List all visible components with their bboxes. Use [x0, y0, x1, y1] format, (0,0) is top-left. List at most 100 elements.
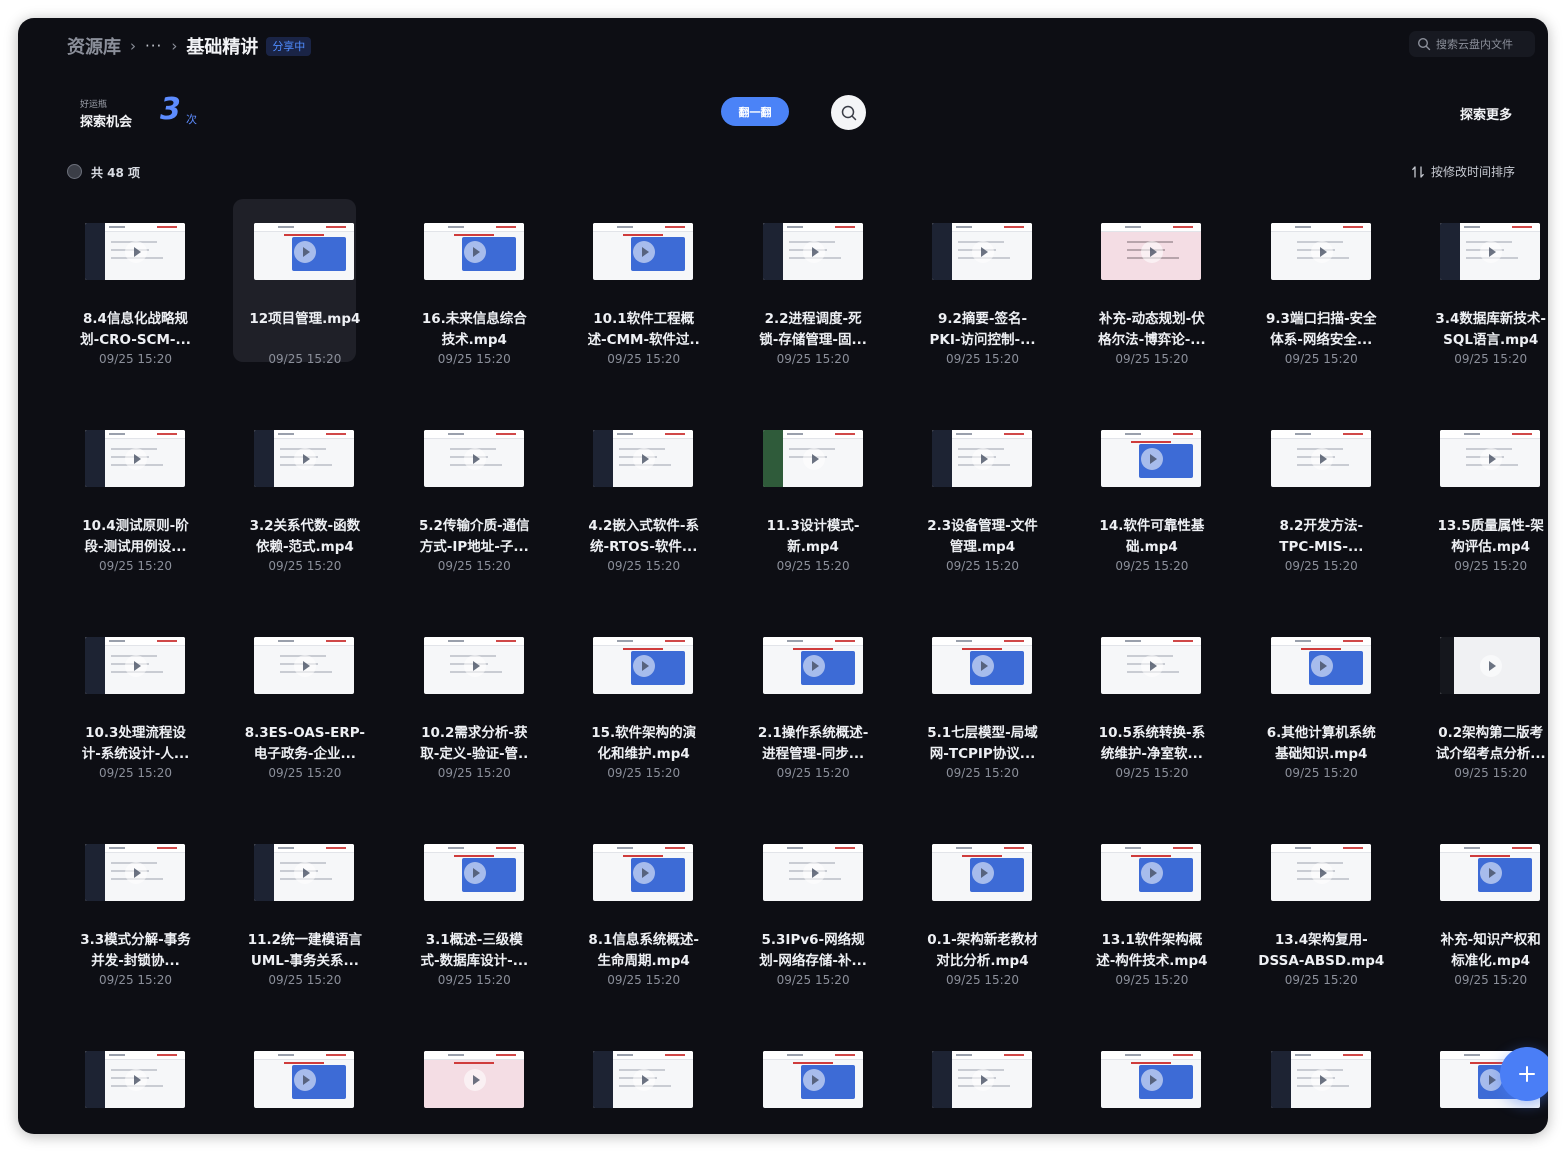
file-name-line: 16.未来信息综合 — [421, 311, 527, 327]
file-name-line: 8.4信息化战略规 — [83, 311, 188, 327]
file-item[interactable]: 10.5系统转换-系 统维护-净室软... 09/25 15:20 — [1080, 613, 1205, 780]
play-icon — [125, 862, 147, 884]
file-item[interactable]: 5.3IPv6-网络规 划-网络存储-补... 09/25 15:20 — [742, 820, 867, 987]
file-item[interactable]: 2.1操作系统概述- 进程管理-同步... 09/25 15:20 — [742, 613, 868, 780]
file-item[interactable]: 10.2需求分析-获 取-定义-验证-管.. 09/25 15:20 — [403, 613, 528, 780]
file-name-line: 4.2嵌入式软件-系 — [588, 518, 699, 534]
video-thumbnail — [762, 637, 863, 694]
breadcrumb-ellipsis[interactable]: ··· — [145, 37, 162, 55]
file-name: 6.其他计算机系统 基础知识.mp4 — [1246, 723, 1397, 765]
file-item[interactable]: 9.2摘要-签名- PKI-访问控制-... 09/25 15:20 — [911, 199, 1035, 366]
file-item[interactable]: 14.软件可靠性基 础.mp4 09/25 15:20 — [1080, 406, 1204, 573]
file-date: 09/25 15:20 — [99, 352, 172, 366]
file-item[interactable]: 5.1七层模型-局域 网-TCPIP协议... 09/25 15:20 — [911, 613, 1038, 780]
sort-label: 按修改时间排序 — [1430, 165, 1515, 179]
file-item[interactable] — [64, 1027, 187, 1134]
file-item[interactable]: 2.3设备管理-文件 管理.mp4 09/25 15:20 — [911, 406, 1038, 573]
sort-button[interactable]: 按修改时间排序 — [1411, 163, 1515, 180]
file-name: 10.3处理流程设 计-系统设计-人... — [60, 723, 211, 765]
file-item[interactable]: 5.2传输介质-通信 方式-IP地址-子... 09/25 15:20 — [403, 406, 530, 573]
file-item[interactable]: 3.3模式分解-事务 并发-封锁协... 09/25 15:20 — [64, 820, 191, 987]
file-name: 3.3模式分解-事务 并发-封锁协... — [60, 930, 211, 972]
play-icon — [294, 862, 317, 884]
add-button[interactable] — [1500, 1047, 1548, 1101]
file-item[interactable] — [1250, 1027, 1373, 1134]
file-item[interactable]: 10.3处理流程设 计-系统设计-人... 09/25 15:20 — [64, 613, 189, 780]
file-item[interactable]: 8.4信息化战略规 划-CRO-SCM-... 09/25 15:20 — [64, 199, 191, 366]
file-name: 2.2进程调度-死 锁-存储管理-固... — [738, 309, 889, 351]
file-name-line: 基础知识.mp4 — [1275, 746, 1368, 762]
file-name-line: 划-CRO-SCM-... — [80, 332, 191, 348]
file-item[interactable]: 15.软件架构的演 化和维护.mp4 09/25 15:20 — [572, 613, 696, 780]
file-name: 补充-动态规划-伏 格尔法-博弈论-... — [1076, 309, 1227, 351]
play-icon — [802, 1069, 825, 1091]
video-thumbnail — [1270, 223, 1371, 280]
app-window: 资源库 › ··· › 基础精讲 分享中 搜索云盘内文件 好运瓶 探索机会 3 … — [18, 18, 1548, 1134]
file-name-line: 试介绍考点分析... — [1435, 746, 1546, 762]
file-item[interactable] — [572, 1027, 695, 1134]
sort-icon — [1412, 165, 1424, 178]
file-item[interactable]: 12项目管理.mp4 09/25 15:20 — [233, 199, 360, 366]
file-name: 11.3设计模式- 新.mp4 — [738, 516, 889, 558]
select-all-checkbox[interactable] — [67, 164, 82, 179]
video-thumbnail — [423, 637, 524, 694]
file-item[interactable]: 2.2进程调度-死 锁-存储管理-固... 09/25 15:20 — [742, 199, 867, 366]
file-item[interactable] — [911, 1027, 1034, 1134]
file-item[interactable]: 补充-知识产权和 标准化.mp4 09/25 15:20 — [1419, 820, 1542, 987]
file-name: 2.1操作系统概述- 进程管理-同步... — [738, 723, 889, 765]
file-name-line: 15.软件架构的演 — [591, 725, 697, 741]
file-item[interactable]: 8.2开发方法- TPC-MIS-... 09/25 15:20 — [1250, 406, 1373, 573]
file-item[interactable]: 补充-动态规划-伏 格尔法-博弈论-... 09/25 15:20 — [1080, 199, 1206, 366]
file-item[interactable]: 16.未来信息综合 技术.mp4 09/25 15:20 — [403, 199, 527, 366]
file-item[interactable]: 10.4测试原则-阶 段-测试用例设... 09/25 15:20 — [64, 406, 189, 573]
play-icon — [633, 448, 656, 470]
file-item[interactable] — [742, 1027, 865, 1134]
file-item[interactable]: 3.1概述-三级模 式-数据库设计-... 09/25 15:20 — [403, 820, 528, 987]
plus-icon — [1519, 1066, 1535, 1082]
breadcrumb-separator: › — [130, 37, 136, 55]
file-item[interactable]: 11.3设计模式- 新.mp4 09/25 15:20 — [742, 406, 865, 573]
file-item[interactable] — [233, 1027, 356, 1134]
file-item[interactable] — [403, 1027, 526, 1134]
file-item[interactable]: 0.1-架构新老教材 对比分析.mp4 09/25 15:20 — [911, 820, 1038, 987]
file-item[interactable]: 9.3端口扫描-安全 体系-网络安全... 09/25 15:20 — [1250, 199, 1377, 366]
file-name: 8.2开发方法- TPC-MIS-... — [1246, 516, 1397, 558]
file-name-line: 进程管理-同步... — [762, 746, 865, 762]
file-item[interactable]: 13.5质量属性-架 构评估.mp4 09/25 15:20 — [1419, 406, 1544, 573]
file-item[interactable]: 10.1软件工程概 述-CMM-软件过.. 09/25 15:20 — [572, 199, 700, 366]
video-thumbnail — [85, 844, 185, 901]
file-item[interactable]: 6.其他计算机系统 基础知识.mp4 09/25 15:20 — [1250, 613, 1376, 780]
file-item[interactable]: 11.2统一建模语言 UML-事务关系... 09/25 15:20 — [233, 820, 362, 987]
file-item[interactable]: 8.3ES-OAS-ERP- 电子政务-企业... 09/25 15:20 — [233, 613, 365, 780]
magnifier-icon — [841, 105, 856, 120]
video-thumbnail — [762, 430, 863, 487]
file-item[interactable]: 13.4架构复用- DSSA-ABSD.mp4 09/25 15:20 — [1250, 820, 1384, 987]
file-item[interactable]: 13.1软件架构概 述-构件技术.mp4 09/25 15:20 — [1080, 820, 1208, 987]
explore-button[interactable] — [831, 95, 866, 130]
file-item[interactable]: 4.2嵌入式软件-系 统-RTOS-软件... 09/25 15:20 — [572, 406, 699, 573]
breadcrumb-root[interactable]: 资源库 — [67, 33, 121, 59]
file-name-line: 13.1软件架构概 — [1101, 932, 1203, 948]
video-thumbnail — [762, 223, 863, 280]
play-icon — [294, 655, 317, 677]
file-name-line: 体系-网络安全... — [1270, 332, 1373, 348]
play-icon — [1310, 448, 1333, 470]
explore-more-link[interactable]: 探索更多 — [1460, 104, 1512, 123]
file-name-line: 生命周期.mp4 — [597, 953, 690, 969]
file-item[interactable]: 3.4数据库新技术- SQL语言.mp4 09/25 15:20 — [1419, 199, 1546, 366]
search-placeholder: 搜索云盘内文件 — [1436, 38, 1513, 51]
file-name-line: TPC-MIS-... — [1279, 539, 1364, 555]
file-item[interactable]: 3.2关系代数-函数 依赖-范式.mp4 09/25 15:20 — [233, 406, 360, 573]
file-name: 5.3IPv6-网络规 划-网络存储-补... — [738, 930, 889, 972]
file-name-line: 5.1七层模型-局域 — [927, 725, 1038, 741]
file-item[interactable] — [1080, 1027, 1203, 1134]
file-date: 09/25 15:20 — [1454, 766, 1528, 780]
file-name-line: 依赖-范式.mp4 — [255, 539, 354, 555]
flip-button[interactable]: 翻一翻 — [721, 97, 789, 126]
search-input[interactable]: 搜索云盘内文件 — [1409, 31, 1535, 57]
file-date: 09/25 15:20 — [1454, 352, 1528, 366]
breadcrumb: 资源库 › ··· › 基础精讲 分享中 — [67, 33, 312, 59]
file-item[interactable]: 8.1信息系统概述- 生命周期.mp4 09/25 15:20 — [572, 820, 699, 987]
play-icon — [1310, 655, 1333, 677]
file-item[interactable]: 0.2架构第二版考 试介绍考点分析... 09/25 15:20 — [1419, 613, 1546, 780]
